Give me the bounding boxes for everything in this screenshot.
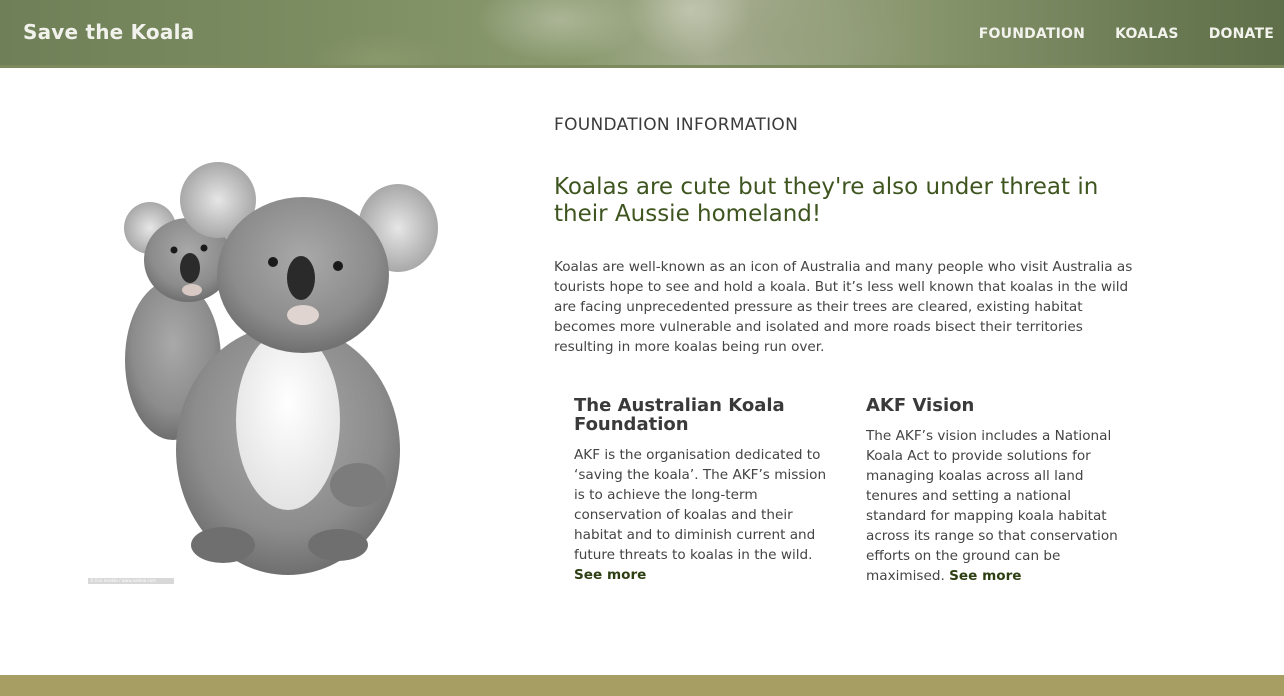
see-more-link-akf[interactable]: See more [574, 567, 646, 583]
image-credit: © Eric Isselée / www.isselee.com [88, 578, 174, 584]
site-logo-text[interactable]: Save the Koala [23, 20, 194, 44]
nav-donate[interactable]: DONATE [1209, 26, 1274, 42]
main-nav: FOUNDATION KOALAS DONATE [979, 26, 1274, 42]
nav-foundation[interactable]: FOUNDATION [979, 26, 1085, 42]
see-more-link-vision[interactable]: See more [949, 568, 1021, 584]
column-text-vision: The AKF’s vision includes a National Koa… [866, 426, 1128, 586]
koala-image [88, 150, 448, 586]
footer-bar [0, 675, 1284, 696]
column-title-vision: AKF Vision [866, 395, 975, 416]
intro-paragraph: Koalas are well-known as an icon of Aust… [554, 259, 1133, 355]
nav-koalas[interactable]: KOALAS [1115, 26, 1179, 42]
column-body-vision: The AKF’s vision includes a National Koa… [866, 428, 1118, 584]
section-eyebrow: FOUNDATION INFORMATION [554, 115, 799, 135]
column-title-akf: The Australian Koala Foundation [574, 395, 785, 435]
page-headline: Koalas are cute but they're also under t… [554, 174, 1099, 227]
column-text-akf: AKF is the organisation dedicated to ‘sa… [574, 445, 836, 585]
site-header: Save the Koala FOUNDATION KOALAS DONATE [0, 0, 1284, 68]
column-body-akf: AKF is the organisation dedicated to ‘sa… [574, 447, 827, 563]
